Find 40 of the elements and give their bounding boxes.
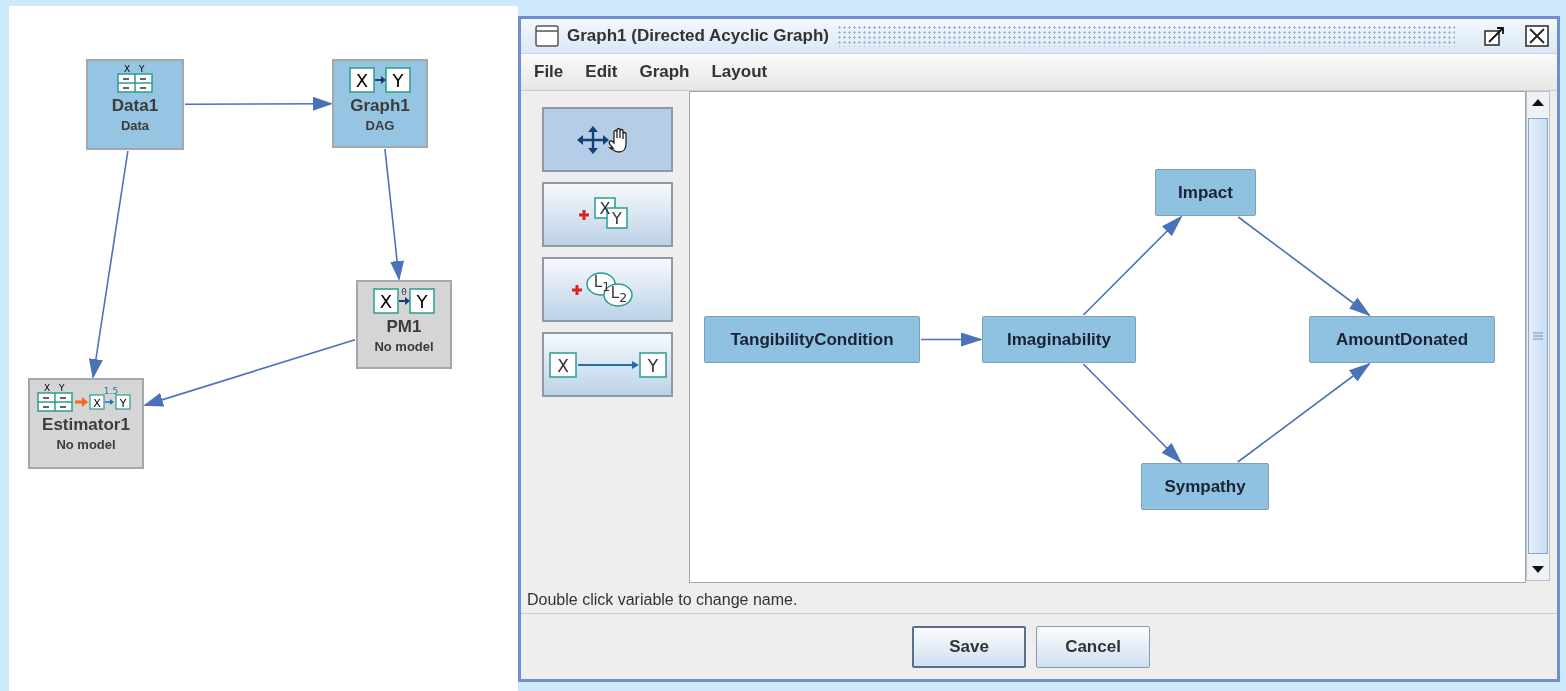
dialog-button[interactable]: Cancel [1036,625,1150,668]
node-type: No model [56,437,116,452]
dialog-button[interactable]: Save [912,625,1026,668]
node-type: Data [120,118,150,133]
node-type: DAG [365,118,395,133]
workflow-node[interactable]: X θ Y PM1 No model [356,280,452,369]
status-message: Double click variable to change name. [521,583,1557,614]
workflow-node[interactable]: X Y Graph1 DAG [332,59,428,148]
grip-icon [1532,332,1544,340]
edge-arrow[interactable] [1082,215,1183,316]
tool-button[interactable] [542,107,673,172]
variable-node[interactable]: TangibilityCondition [704,316,920,363]
maximize-icon[interactable] [1483,25,1507,47]
node-name: Data1 [111,96,159,116]
node-name: PM1 [386,317,422,337]
node-name: Graph1 [350,96,410,116]
node-type: No model [374,339,434,354]
variable-node[interactable]: Impact [1155,169,1256,216]
window-icon [535,25,559,47]
edge-arrow[interactable] [1237,362,1371,463]
node-name: Estimator1 [42,415,130,435]
edge-arrow[interactable] [1082,363,1183,464]
variable-node[interactable]: Imaginability [982,316,1136,363]
scrollbar-thumb[interactable] [1528,118,1548,554]
variable-node[interactable]: Sympathy [1141,463,1269,510]
edge-arrow[interactable] [920,332,983,347]
workflow-node[interactable]: X Y Data1 Data [86,59,184,150]
workflow-node[interactable]: X Y X 1.5 Y Estimator1 No model [28,378,144,469]
variable-node[interactable]: AmountDonated [1309,316,1495,363]
menu-item[interactable]: Edit [585,62,618,82]
menu-item[interactable]: Layout [711,62,768,82]
tool-button[interactable]: L$_{1}$ L$_{2}$ [542,257,673,322]
vertical-scrollbar[interactable] [1526,91,1550,581]
menu-item[interactable]: File [534,62,564,82]
edge-arrow[interactable] [1237,216,1371,317]
window-title: Graph1 (Directed Acyclic Graph) [567,26,829,46]
menu-item[interactable]: Graph [639,62,690,82]
close-icon[interactable] [1525,25,1549,47]
tool-button[interactable]: XY [542,182,673,247]
tool-button[interactable]: X Y [542,332,673,397]
